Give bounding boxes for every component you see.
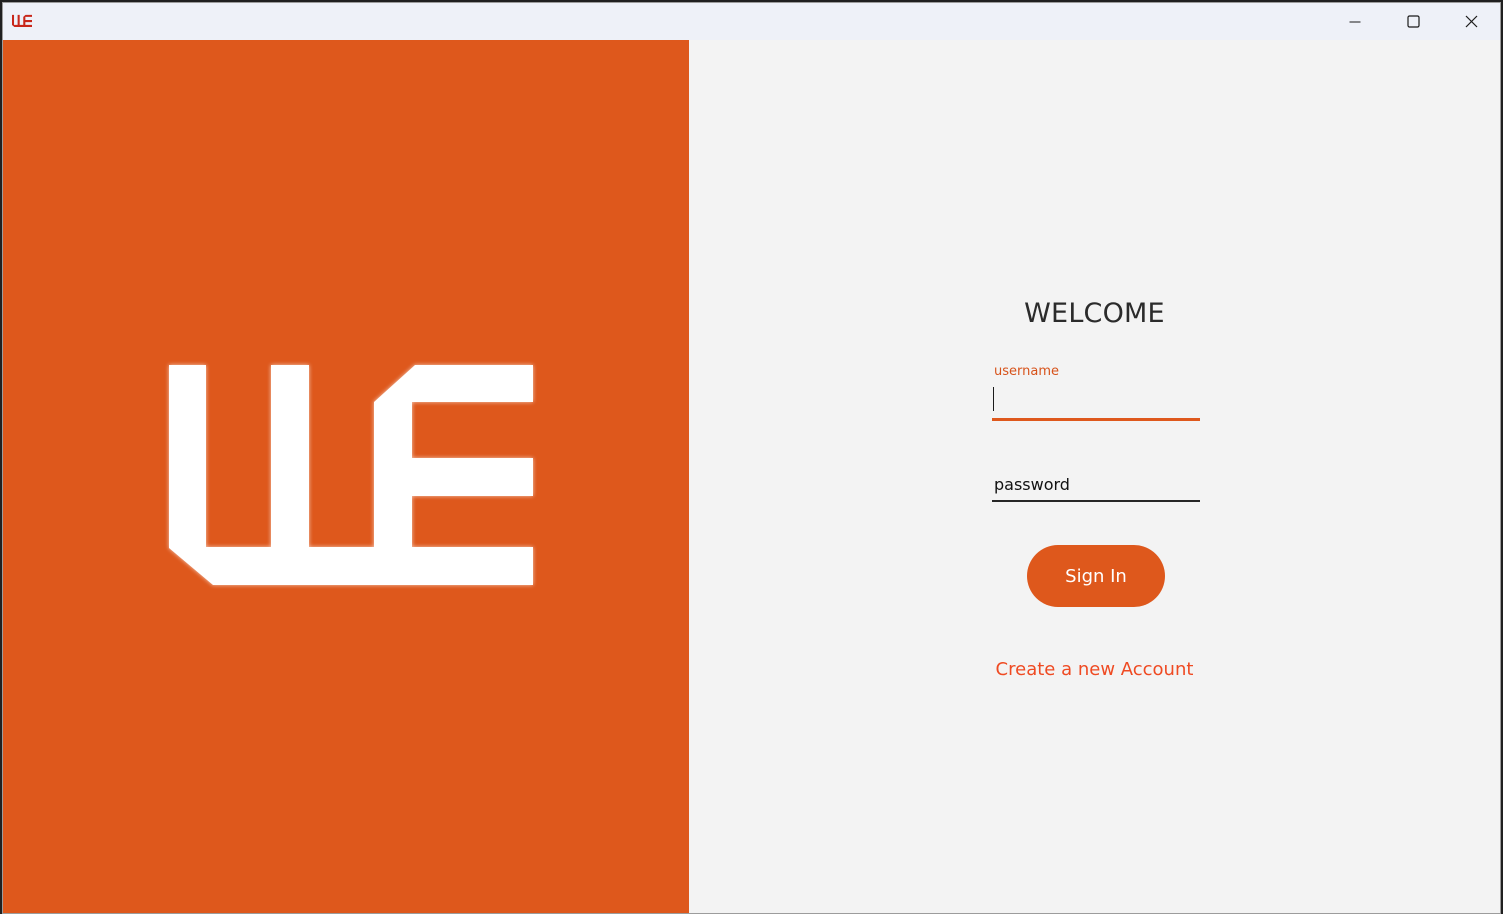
password-field[interactable]: [992, 468, 1200, 502]
we-logo: [169, 365, 533, 585]
maximize-icon: [1406, 15, 1420, 28]
maximize-button[interactable]: [1384, 3, 1442, 40]
welcome-heading: WELCOME: [1024, 298, 1165, 329]
close-icon: [1465, 15, 1477, 28]
close-button[interactable]: [1442, 3, 1500, 40]
login-form-panel: WELCOME username Sign In Create a new Ac…: [689, 40, 1500, 913]
we-logo-icon: [12, 14, 32, 27]
brand-panel: [3, 40, 689, 913]
username-label: username: [994, 364, 1059, 379]
title-bar[interactable]: [3, 3, 1500, 40]
password-underline: [992, 500, 1200, 502]
username-input[interactable]: [992, 386, 1200, 418]
username-underline: [992, 418, 1200, 421]
text-caret: [993, 387, 994, 411]
sign-in-button[interactable]: Sign In: [1027, 545, 1165, 607]
password-input[interactable]: [992, 468, 1200, 500]
minimize-icon: [1349, 21, 1361, 22]
username-field[interactable]: username: [992, 364, 1200, 421]
login-window: WELCOME username Sign In Create a new Ac…: [2, 2, 1501, 914]
create-account-link[interactable]: Create a new Account: [689, 659, 1500, 680]
minimize-button[interactable]: [1326, 3, 1384, 40]
